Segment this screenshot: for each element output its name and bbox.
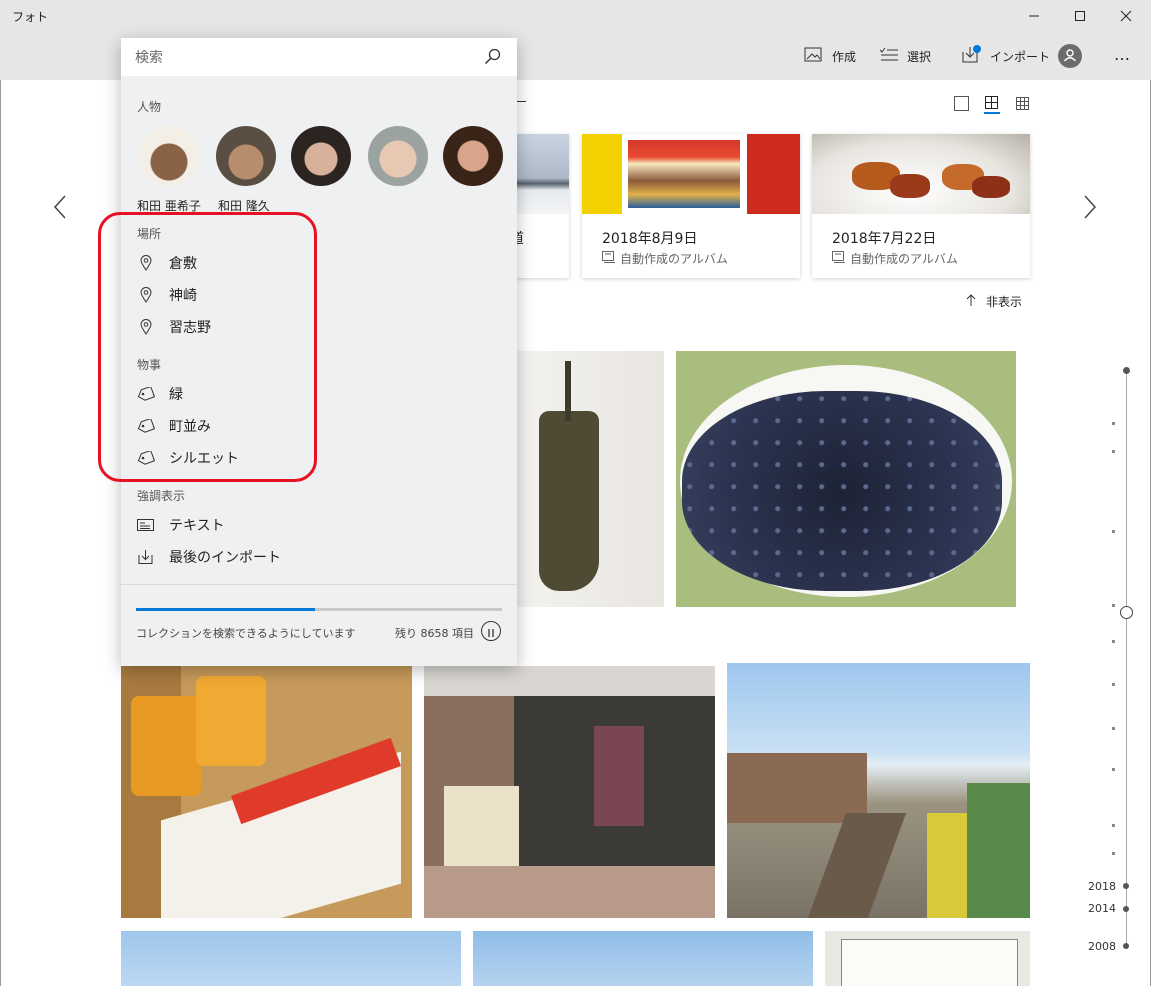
create-icon xyxy=(804,46,832,67)
timeline-tick xyxy=(1112,852,1115,855)
highlight-item[interactable]: 最後のインポート xyxy=(121,544,281,570)
highlight-item[interactable]: テキスト xyxy=(121,512,225,538)
album-cover xyxy=(812,134,1030,214)
photo-tile[interactable] xyxy=(121,666,412,918)
next-button[interactable] xyxy=(1082,194,1098,224)
create-button[interactable]: 作成 xyxy=(804,44,856,68)
view-large-button[interactable] xyxy=(954,96,969,111)
maximize-icon xyxy=(1074,7,1086,26)
photo-tile[interactable] xyxy=(676,351,1016,607)
person-avatar[interactable] xyxy=(291,126,351,186)
previous-button[interactable] xyxy=(52,194,68,224)
person-avatar[interactable] xyxy=(443,126,503,186)
timeline-thumb[interactable] xyxy=(1120,606,1133,619)
photo-tile[interactable] xyxy=(473,931,813,986)
timeline-tick xyxy=(1112,683,1115,686)
arrow-up-icon xyxy=(966,294,976,309)
chevron-right-icon xyxy=(1082,195,1098,224)
people-header: 人物 xyxy=(137,100,162,114)
timeline-year[interactable]: 2018 xyxy=(1088,880,1116,893)
person-avatar[interactable] xyxy=(368,126,428,186)
indexing-status: コレクションを検索できるようにしています xyxy=(136,627,356,640)
minimize-icon xyxy=(1028,7,1040,26)
album-icon xyxy=(832,251,846,266)
highlight-label: 最後のインポート xyxy=(169,550,281,566)
view-small-button[interactable] xyxy=(1016,96,1030,115)
highlights-header: 強調表示 xyxy=(137,489,186,503)
person-avatar[interactable] xyxy=(216,126,276,186)
timeline-tick xyxy=(1112,604,1115,607)
indexing-progress-fill xyxy=(136,608,316,611)
album-cover xyxy=(582,134,800,214)
indexing-remaining: 残り 8658 項目 xyxy=(395,627,474,640)
minimize-button[interactable] xyxy=(1011,0,1057,32)
timeline-tick xyxy=(1112,450,1115,453)
more-button[interactable]: … xyxy=(1114,45,1130,64)
album-title: 2018年7月22日 xyxy=(832,231,937,247)
search-input[interactable] xyxy=(133,46,477,70)
photo-tile[interactable] xyxy=(121,931,461,986)
timeline-year-dot xyxy=(1123,906,1129,912)
window-border-left xyxy=(0,80,1,986)
pause-indexing-button[interactable] xyxy=(481,621,501,641)
album-subtitle-text: 自動作成のアルバム xyxy=(850,252,958,266)
timeline-tick xyxy=(1112,422,1115,425)
account-button[interactable] xyxy=(1058,44,1082,68)
title-bar xyxy=(0,0,1151,32)
timeline-year-dot xyxy=(1123,943,1129,949)
select-icon xyxy=(879,46,907,67)
close-icon xyxy=(1120,7,1132,26)
pause-icon xyxy=(487,622,495,641)
search-box xyxy=(121,38,517,76)
album-subtitle-text: 自動作成のアルバム xyxy=(620,252,728,266)
album-title: 2018年8月9日 xyxy=(602,231,698,247)
timeline-tick xyxy=(1112,824,1115,827)
text-image-icon xyxy=(137,518,155,532)
indexing-progress-track xyxy=(136,608,502,611)
timeline-year[interactable]: 2008 xyxy=(1088,940,1116,953)
timeline-top-dot xyxy=(1123,367,1130,374)
photo-tile[interactable] xyxy=(825,931,1030,986)
person-icon xyxy=(1063,47,1077,66)
timeline-track[interactable] xyxy=(1126,370,1127,946)
timeline-year[interactable]: 2014 xyxy=(1088,902,1116,915)
timeline-tick xyxy=(1112,727,1115,730)
album-card[interactable]: 2018年8月9日 自動作成のアルバム xyxy=(582,134,800,278)
import-icon xyxy=(137,549,155,565)
timeline-year-dot xyxy=(1123,883,1129,889)
highlight-annotation-ring xyxy=(98,212,317,482)
hide-label: 非表示 xyxy=(986,295,1023,309)
app-title: フォト xyxy=(12,10,49,24)
album-subtitle: 自動作成のアルバム xyxy=(832,250,958,267)
divider xyxy=(121,584,517,585)
album-icon xyxy=(602,251,616,266)
close-button[interactable] xyxy=(1103,0,1149,32)
photo-tile[interactable] xyxy=(424,666,715,918)
search-icon[interactable] xyxy=(484,48,502,70)
select-label: 選択 xyxy=(907,49,932,64)
import-label: インポート xyxy=(990,49,1051,64)
chevron-left-icon xyxy=(52,195,68,224)
view-medium-button[interactable] xyxy=(984,95,1000,119)
select-button[interactable]: 選択 xyxy=(879,44,931,68)
album-subtitle: 自動作成のアルバム xyxy=(602,250,728,267)
timeline-tick xyxy=(1112,530,1115,533)
highlight-label: テキスト xyxy=(169,518,225,534)
timeline-tick xyxy=(1112,768,1115,771)
hide-button[interactable]: 非表示 xyxy=(966,293,1022,310)
grid-small-icon xyxy=(1016,96,1030,115)
maximize-button[interactable] xyxy=(1057,0,1103,32)
photo-tile[interactable] xyxy=(517,351,664,607)
timeline-tick xyxy=(1112,640,1115,643)
import-button[interactable]: インポート xyxy=(960,44,1050,68)
album-card[interactable]: 2018年7月22日 自動作成のアルバム xyxy=(812,134,1030,278)
photo-tile[interactable] xyxy=(727,663,1030,918)
person-avatar[interactable] xyxy=(139,126,199,186)
create-label: 作成 xyxy=(832,49,857,64)
import-icon xyxy=(960,44,990,68)
grid-medium-icon xyxy=(984,96,1000,119)
